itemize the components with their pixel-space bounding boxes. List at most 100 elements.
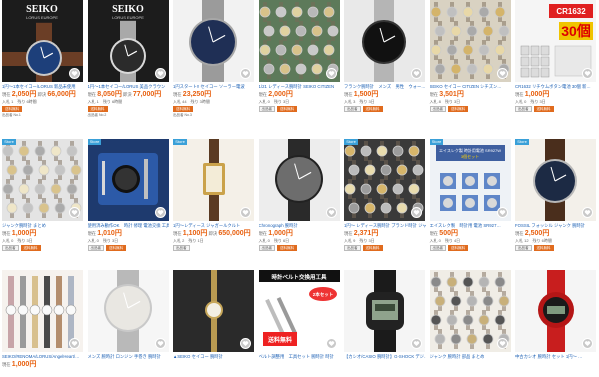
listing-photo[interactable]: CR1632 30個 (515, 0, 597, 82)
current-price-label: 現在 (2, 92, 11, 97)
listing-card[interactable]: 時計ベルト交換用工具 2本セット 送料無料 ベルト調整用 工具セット 腕時計 時計 (257, 262, 343, 377)
listing-title[interactable]: ▲SEIKO セイコー 腕時計 (173, 354, 255, 360)
listing-card[interactable]: フランク腕時計 メンズ 男性 ウォー… 現在 1,500円 入札 3 残り 3日… (342, 0, 428, 131)
listing-card[interactable]: エイスレク製 時計用電池 SR927W 3個セット Store エイスレク製 時計… (428, 131, 514, 262)
listing-photo[interactable]: 時計ベルト交換用工具 2本セット 送料無料 (258, 270, 340, 352)
bid-info: 入札 1 残り 6時間 (87, 99, 123, 104)
seller-note: 出品者 No.1 (2, 113, 21, 117)
listing-photo[interactable]: Store (173, 139, 255, 221)
listing-photo[interactable] (515, 270, 597, 352)
listing-card[interactable]: SEIKO LORUS EUROPE 1円〜1本セイコー/LORUS 美品クラウン… (86, 0, 172, 131)
tag-seller: 出品者 (173, 245, 190, 251)
current-price: 1,000円 (268, 230, 293, 237)
heart-icon[interactable] (496, 338, 508, 349)
current-price-label: 現在 (429, 231, 439, 236)
current-price: 2,050円 (11, 91, 37, 98)
current-price: 1,000円 (11, 230, 37, 237)
listing-card[interactable]: Store 1円〜レディース ジャガールクルト 現在 1,100円 即決 650… (171, 131, 257, 262)
current-price: 23,250円 (182, 91, 212, 98)
svg-text:時計ベルト交換用工具: 時計ベルト交換用工具 (271, 273, 327, 281)
listing-card[interactable]: SEIKO セイコー CITIZEN シチズン… 現在 3,501円 入札 8 … (428, 0, 514, 131)
listing-photo[interactable] (344, 0, 426, 82)
listing-photo[interactable] (344, 270, 426, 352)
listing-title[interactable]: メンズ 腕時計 ロンジン 手巻き 腕時計 (88, 354, 170, 360)
current-price: 2,500円 (524, 230, 550, 237)
listing-title[interactable]: ジャンク 腕時計 部品 まとめ (430, 354, 512, 360)
listing-card[interactable]: CR1632 30個 CR1632 リチウムボタン電池 30個 新… 現在 1,0… (513, 0, 599, 131)
current-price-label: 現在 (2, 231, 11, 236)
listing-photo[interactable] (87, 270, 169, 352)
listing-photo[interactable] (173, 270, 255, 352)
listing-photo[interactable]: Store (87, 139, 169, 221)
tag-list: 出品者 送料無料 (515, 106, 597, 112)
bid-info: 入札 2 残り 1日 (173, 238, 204, 243)
tag-seller: 出品者 (258, 245, 275, 251)
listing-photo[interactable]: SEIKO LORUS EUROPE (2, 0, 84, 82)
listing-card[interactable]: 1円スタート!! セイコー ソーラー電波 現在 23,250円 入札 44 残り… (171, 0, 257, 131)
tag-list: 出品者 (173, 245, 255, 251)
tag-free-shipping: 送料無料 (362, 106, 383, 112)
tag-free-shipping: 送料無料 (277, 106, 297, 112)
heart-icon[interactable] (154, 68, 166, 79)
listing-photo[interactable] (258, 0, 340, 82)
tag-seller: 出品者 (429, 245, 446, 251)
tag-free-shipping: 送料無料 (277, 245, 297, 251)
buyout-price: 77,000円 (132, 91, 162, 98)
tag-free-shipping: 送料無料 (20, 245, 41, 251)
listing-photo[interactable]: SEIKO LORUS EUROPE (87, 0, 169, 82)
listing-photo[interactable] (429, 270, 511, 352)
heart-icon[interactable] (154, 338, 166, 349)
listing-photo[interactable]: Store (344, 139, 426, 221)
listing-photo[interactable]: Store (2, 139, 84, 221)
photo-brand-text: SEIKO (26, 4, 58, 15)
listing-card[interactable]: SEIKO/RENOMA/LORUS/AngelHeart/… 現在 1,000… (0, 262, 86, 377)
listing-card[interactable]: 【カシオ/CASIO 腕時計】G-SHOCK デジ… (342, 262, 428, 377)
bid-info: 入札 8 残り 3日 (429, 99, 461, 104)
listing-title[interactable]: ベルト調整用 工具セット 腕時計 時計 (259, 354, 341, 360)
listing-card[interactable]: メンズ 腕時計 ロンジン 手巻き 腕時計 (86, 262, 172, 377)
price-row: 現在 3,501円 (430, 90, 512, 99)
listing-card[interactable]: 中古カシオ 腕時計 セット 1円〜 … (513, 262, 599, 377)
buyout-price: 650,000円 (218, 230, 251, 237)
tag-list: 出品者 送料無料 (515, 245, 597, 251)
listing-card[interactable]: 1/21 レディース腕時計 SEIKO CITIZEN 現在 2,000円 入札… (257, 0, 343, 131)
svg-text:30個: 30個 (561, 23, 591, 39)
listing-photo[interactable] (2, 270, 84, 352)
listing-photo[interactable] (173, 0, 255, 82)
listing-card[interactable]: Store ジャンク腕時計 まとめ 現在 1,000円 入札 0 残り 3日 出品… (0, 131, 86, 262)
tag-free-shipping: 送料無料 (448, 106, 468, 112)
listing-card[interactable]: Store FOSSIL フォッシル ジャンク 腕時計 現在 2,500円 入札… (513, 131, 599, 262)
listing-photo[interactable] (258, 139, 340, 221)
heart-icon[interactable] (496, 207, 508, 218)
heart-icon[interactable] (325, 68, 337, 79)
listing-photo[interactable] (429, 0, 511, 82)
price-row: 現在 1,010円 (88, 229, 170, 238)
tag-seller: 出品者 (344, 245, 361, 251)
store-badge: Store (515, 139, 529, 145)
listing-card[interactable]: SEIKO LORUS EUROPE 1円〜1本セイコー/LORUS 新品未使用 … (0, 0, 86, 131)
listing-title[interactable]: 中古カシオ 腕時計 セット 1円〜 … (515, 354, 597, 360)
heart-icon[interactable] (154, 207, 166, 218)
price-row: 現在 2,000円 (259, 90, 341, 99)
listing-title[interactable]: 【カシオ/CASIO 腕時計】G-SHOCK デジ… (344, 354, 426, 360)
tag-list: 出品者 送料無料 (87, 245, 170, 251)
bid-info: 入札 0 残り 3日 (515, 99, 546, 104)
heart-icon[interactable] (325, 207, 337, 218)
listing-photo[interactable]: エイスレク製 時計用電池 SR927W 3個セット Store (429, 139, 511, 221)
price-row: 現在 2,500円 (515, 229, 597, 238)
listing-photo[interactable]: Store (515, 139, 597, 221)
current-price-label: 現在 (429, 92, 439, 97)
tag-list: 出品者 送料無料 (429, 245, 512, 251)
listing-card[interactable]: ▲SEIKO セイコー 腕時計 (171, 262, 257, 377)
listing-card[interactable]: Store 1円〜 レディース腕時計 ブランド時計 ジャ… 現在 2,371円 … (342, 131, 428, 262)
price-row: 現在 1,100円 即決 650,000円 (173, 229, 255, 238)
svg-text:CR1632: CR1632 (557, 7, 587, 16)
heart-icon[interactable] (325, 338, 337, 349)
listing-card[interactable]: ジャンク 腕時計 部品 まとめ (428, 262, 514, 377)
listing-card[interactable]: Chronograph 腕時計 現在 1,000円 入札 0 残り 6日 出品者送… (257, 131, 343, 262)
current-price: 2,371円 (353, 230, 379, 237)
listing-card[interactable]: Store 使用済み動作OK 時計 修理 電池交換 工具 現在 1,010円 入… (86, 131, 172, 262)
bid-info: 入札 0 残り 4日 (429, 238, 461, 243)
tag-seller: 出品者 (515, 106, 532, 112)
heart-icon[interactable] (496, 68, 508, 79)
